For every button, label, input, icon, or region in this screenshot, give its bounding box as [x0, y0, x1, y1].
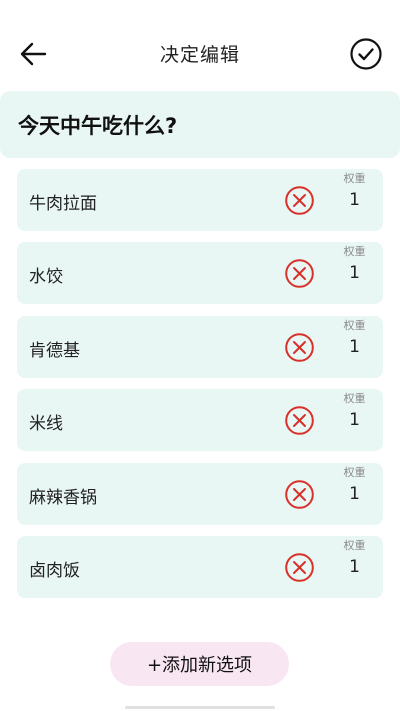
weight-label: 权重 [343, 172, 366, 185]
weight-input[interactable]: 1 [337, 190, 372, 210]
page-title: 决定编辑 [159, 44, 240, 66]
delete-option-icon[interactable] [284, 332, 315, 363]
option-row: 牛肉拉面 权重 1 [17, 169, 383, 231]
weight-label: 权重 [343, 392, 366, 406]
weight-label: 权重 [343, 318, 366, 332]
option-row: 米线 权重 1 [17, 389, 383, 452]
option-row: 麻辣香锅 权重 1 [17, 462, 383, 525]
weight-input[interactable]: 1 [337, 484, 372, 504]
add-option-button[interactable]: +添加新选项 [110, 642, 289, 686]
weight-input[interactable]: 1 [337, 263, 372, 283]
option-label[interactable]: 米线 [29, 409, 63, 434]
option-label[interactable]: 水饺 [29, 262, 63, 287]
option-row: 肯德基 权重 1 [17, 315, 383, 378]
weight-label: 权重 [343, 245, 366, 259]
weight-input[interactable]: 1 [337, 337, 372, 357]
home-indicator [125, 706, 275, 709]
option-label[interactable]: 牛肉拉面 [29, 189, 97, 214]
option-row: 卤肉饭 权重 1 [17, 535, 383, 598]
confirm-button[interactable] [348, 36, 384, 72]
options-list: 牛肉拉面 权重 1 水饺 权重 1 肯德基 权重 1 米线 权重 1 麻辣香锅 … [17, 169, 383, 609]
check-circle-icon [350, 38, 382, 70]
weight-input[interactable]: 1 [337, 410, 372, 430]
weight-input[interactable]: 1 [337, 557, 372, 577]
question-card[interactable]: 今天中午吃什么? [0, 91, 400, 158]
delete-option-icon[interactable] [284, 185, 315, 216]
weight-label: 权重 [343, 538, 366, 552]
delete-option-icon[interactable] [284, 552, 315, 583]
weight-label: 权重 [343, 465, 366, 479]
delete-option-icon[interactable] [284, 258, 315, 289]
option-label[interactable]: 卤肉饭 [29, 556, 80, 581]
header: 决定编辑 [0, 0, 400, 104]
option-label[interactable]: 麻辣香锅 [29, 483, 97, 508]
option-row: 水饺 权重 1 [17, 242, 383, 305]
decision-edit-screen: 决定编辑 今天中午吃什么? 牛肉拉面 权重 1 水饺 权重 1 肯德基 权重 1… [0, 0, 400, 711]
question-title: 今天中午吃什么? [18, 114, 178, 138]
delete-option-icon[interactable] [284, 405, 315, 436]
delete-option-icon[interactable] [284, 479, 315, 510]
option-label[interactable]: 肯德基 [29, 336, 80, 361]
